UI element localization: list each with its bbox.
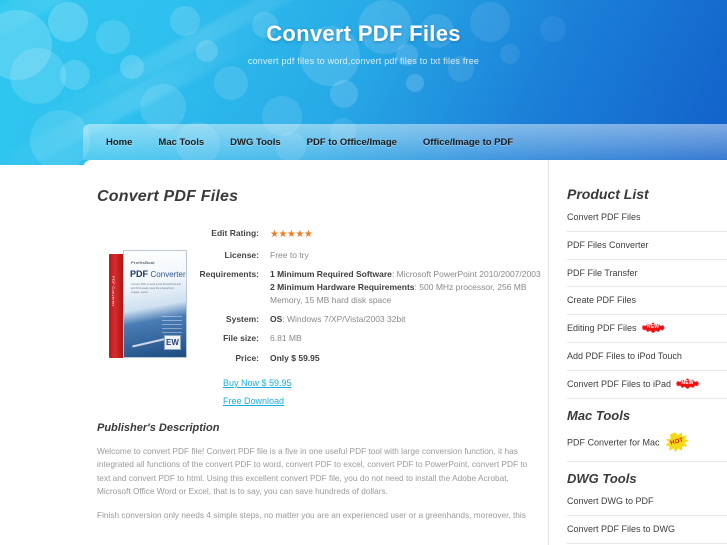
nav-item-office-image-to-pdf[interactable]: Office/Image to PDF (410, 131, 526, 154)
boxshot-brand: ProfitsBoat (131, 260, 155, 265)
sidebar-item-label: PDF Files Converter (567, 239, 649, 250)
boxshot-documents-graphic (162, 315, 182, 333)
sidebar-item-label: Add PDF Files to iPod Touch (567, 351, 682, 362)
main-column: Convert PDF Files PDF Converter ProfitsB… (95, 160, 548, 523)
nav-item-pdf-to-office-image[interactable]: PDF to Office/Image (294, 131, 410, 154)
requirement-1-title: 1 Minimum Required Software (270, 268, 392, 279)
sidebar-item-label: Editing PDF Files (567, 323, 637, 334)
action-links: Buy Now $ 59.95 Free Download (223, 378, 548, 406)
sidebar-item-pdf-file-transfer[interactable]: PDF File Transfer (567, 260, 727, 288)
boxshot-product-name: PDF Converter (130, 269, 186, 279)
sidebar-item-editing-pdf-files[interactable]: Editing PDF Files NEW (567, 315, 727, 344)
publisher-description-paragraph-2: Finish conversion only needs 4 simple st… (97, 510, 526, 521)
sidebar-item-label: Convert PDF Files to DWG (567, 524, 676, 535)
boxshot-blurb: Convert PDF to word,excel,PowerPoint,tex… (131, 283, 181, 294)
sidebar-item-pdf-converter-for-mac[interactable]: PDF Converter for Mac HOT (567, 425, 727, 463)
sidebar-item-label: Convert DWG to PDF (567, 496, 654, 507)
page-title: Convert PDF Files (97, 188, 239, 205)
rating-stars: ★★★★★ (270, 229, 313, 240)
sidebar-item-label: PDF File Transfer (567, 267, 638, 278)
boxshot-name-rest: Converter (150, 270, 186, 279)
spec-value-requirements: 1 Minimum Required Software: Microsoft P… (270, 265, 548, 311)
system-os-value: : Windows 7/XP/Vista/2003 32bit (282, 314, 406, 325)
requirement-2-title: 2 Minimum Hardware Requirements (270, 281, 415, 292)
new-badge-icon: NEW (641, 322, 665, 334)
product-boxshot-image: PDF Converter ProfitsBoat PDF Converter … (109, 250, 187, 358)
boxshot-front: ProfitsBoat PDF Converter Convert PDF to… (123, 250, 187, 358)
buy-now-link[interactable]: Buy Now $ 59.95 (223, 378, 548, 388)
boxshot-spine: PDF Converter (109, 254, 124, 358)
sidebar-heading-dwg-tools: DWG Tools (567, 471, 637, 487)
spec-label-edit-rating: Edit Rating: (211, 228, 259, 238)
nav-item-dwg-tools[interactable]: DWG Tools (217, 131, 293, 154)
spec-value-system: OS: Windows 7/XP/Vista/2003 32bit (270, 310, 548, 329)
boxshot-badge: EW (164, 335, 181, 350)
site-header: Convert PDF Files convert pdf files to w… (0, 0, 727, 165)
publisher-description-paragraph-1: Welcome to convert PDF file! Convert PDF… (97, 445, 528, 497)
sidebar-item-convert-pdf-files-to-ipad[interactable]: Convert PDF Files to iPad NEW (567, 371, 727, 400)
table-row: Edit Rating: ★★★★★ (95, 224, 548, 246)
free-download-link[interactable]: Free Download (223, 396, 548, 406)
sidebar-heading-mac-tools: Mac Tools (567, 408, 631, 424)
main-navigation: Home Mac Tools DWG Tools PDF to Office/I… (83, 124, 727, 160)
sidebar-item-convert-pdf-files-to-dwg[interactable]: Convert PDF Files to DWG (567, 516, 727, 544)
sidebar-item-pdf-files-converter[interactable]: PDF Files Converter (567, 232, 727, 260)
sidebar-item-label: Create PDF Files (567, 295, 637, 306)
sidebar-item-label: Convert PDF Files (567, 212, 641, 222)
spec-value-edit-rating: ★★★★★ (270, 224, 548, 246)
sidebar-item-create-pdf-files[interactable]: Create PDF Files (567, 287, 727, 316)
sidebar-item-label: Convert PDF Files to iPad (567, 379, 672, 390)
sidebar-item-convert-pdf-files[interactable]: Convert PDF Files (567, 204, 727, 232)
publisher-description-heading: Publisher's Description (97, 421, 220, 434)
nav-item-home[interactable]: Home (93, 131, 145, 154)
new-badge-icon: NEW (676, 378, 700, 390)
site-title: Convert PDF Files (266, 21, 461, 46)
product-summary: PDF Converter ProfitsBoat PDF Converter … (95, 224, 548, 406)
nav-item-mac-tools[interactable]: Mac Tools (145, 131, 217, 154)
sidebar-item-add-pdf-files-to-ipod-touch[interactable]: Add PDF Files to iPod Touch (567, 343, 727, 372)
content-panel: Convert PDF Files PDF Converter ProfitsB… (83, 160, 727, 545)
sidebar-item-convert-dwg-to-pdf[interactable]: Convert DWG to PDF (567, 488, 727, 517)
sidebar: Product List Convert PDF Files PDF Files… (548, 160, 727, 545)
site-tagline: convert pdf files to word,convert pdf fi… (247, 56, 480, 66)
boxshot-spine-text: PDF Converter (111, 276, 116, 307)
requirement-1-text: : Microsoft PowerPoint 2010/2007/2003 (391, 268, 541, 279)
system-os-label: OS (270, 314, 283, 325)
hot-badge-icon: HOT (662, 430, 690, 455)
spec-value-file-size: 6.81 MB (270, 333, 302, 344)
spec-value-license: Free to try (270, 249, 309, 260)
sidebar-heading-product-list: Product List (567, 186, 649, 202)
spec-value-price: Only $ 59.95 (270, 352, 320, 363)
page-root: Convert PDF Files convert pdf files to w… (0, 0, 727, 545)
sidebar-item-label: PDF Converter for Mac (567, 437, 660, 448)
boxshot-name-bold: PDF (130, 269, 148, 279)
